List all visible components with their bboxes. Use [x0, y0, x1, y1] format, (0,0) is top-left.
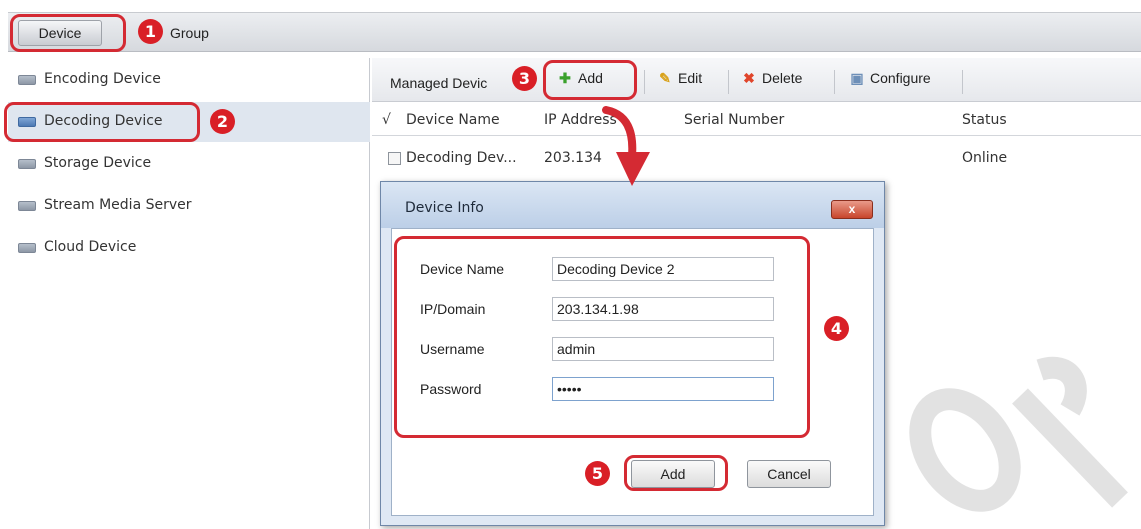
configure-icon: ▣ [850, 70, 864, 86]
highlight-decoding-device [4, 102, 200, 142]
sidebar-item-encoding-device[interactable]: Encoding Device [8, 60, 370, 100]
device-icon [18, 75, 36, 85]
cell-device-name: Decoding Dev... [406, 150, 517, 166]
row-checkbox[interactable] [388, 152, 401, 165]
toolbar-divider [644, 70, 645, 94]
step-badge-3: 3 [512, 66, 537, 91]
arrow-icon [602, 106, 650, 186]
pencil-icon: ✎ [659, 70, 671, 86]
dialog-title-bar[interactable]: Device Info x [381, 182, 884, 228]
toolbar-divider [962, 70, 963, 94]
table-header: √ Device Name IP Address Serial Number S… [372, 104, 1141, 136]
select-all-header[interactable]: √ [382, 112, 391, 128]
watermark-logo [909, 356, 1128, 512]
highlight-dialog-add [624, 455, 728, 491]
configure-button-label: Configure [870, 70, 931, 86]
toolbar: Managed Devic ✚ Add ✎ Edit ✖ Delete ▣ Config… [372, 58, 1141, 102]
sidebar-item-cloud-device[interactable]: Cloud Device [8, 228, 370, 268]
edit-button[interactable]: ✎ Edit [656, 70, 702, 94]
tab-group[interactable]: Group [170, 25, 209, 41]
highlight-device-fields [394, 236, 810, 438]
toolbar-divider [728, 70, 729, 94]
configure-button[interactable]: ▣ Configure [848, 70, 931, 94]
column-serial-number[interactable]: Serial Number [684, 112, 784, 128]
step-badge-2: 2 [210, 109, 235, 134]
step-badge-4: 4 [824, 316, 849, 341]
device-manager-window: Device Group Encoding Device Decoding De… [0, 0, 1141, 529]
delete-button[interactable]: ✖ Delete [740, 70, 802, 94]
highlight-device-tab [10, 14, 126, 52]
sidebar-item-storage-device[interactable]: Storage Device [8, 144, 370, 184]
device-icon [18, 159, 36, 169]
table-row[interactable]: Decoding Dev... 203.134 Online [372, 138, 1141, 178]
toolbar-divider [834, 70, 835, 94]
highlight-add-button [543, 60, 637, 100]
step-badge-1: 1 [138, 19, 163, 44]
delete-button-label: Delete [762, 70, 803, 86]
sidebar-item-stream-media-server[interactable]: Stream Media Server [8, 186, 370, 226]
managed-devices-label: Managed Devic [390, 75, 488, 91]
column-device-name[interactable]: Device Name [406, 112, 500, 128]
sidebar-item-label: Encoding Device [44, 71, 161, 87]
close-icon[interactable]: x [831, 200, 873, 219]
step-badge-5: 5 [585, 461, 610, 486]
dialog-cancel-button[interactable]: Cancel [747, 460, 831, 488]
server-icon [18, 201, 36, 211]
sidebar-item-label: Cloud Device [44, 239, 137, 255]
cell-status: Online [962, 150, 1008, 166]
column-status[interactable]: Status [962, 112, 1007, 128]
cell-ip-address: 203.134 [544, 150, 602, 166]
edit-button-label: Edit [678, 70, 703, 86]
sidebar-item-label: Storage Device [44, 155, 152, 171]
device-icon [18, 243, 36, 253]
delete-x-icon: ✖ [743, 70, 755, 86]
dialog-title: Device Info [405, 200, 484, 216]
sidebar-item-label: Stream Media Server [44, 197, 192, 213]
